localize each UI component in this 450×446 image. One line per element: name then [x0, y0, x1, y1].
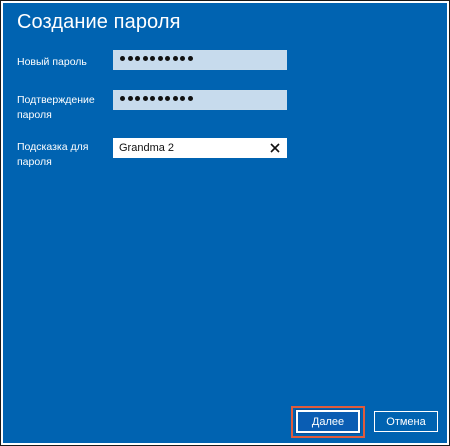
password-dot — [120, 96, 125, 101]
password-dot — [187, 56, 193, 61]
masked-password-dots — [120, 96, 193, 101]
password-dot — [187, 96, 193, 101]
password-hint-value: Grandma 2 — [119, 142, 175, 154]
new-password-label: Новый пароль — [17, 56, 87, 68]
password-dot — [157, 96, 163, 101]
password-dot — [135, 56, 140, 61]
password-dot — [157, 56, 163, 61]
password-dot — [142, 56, 148, 61]
window-frame: Создание пароля Новый пароль Подтвержден… — [0, 0, 450, 446]
page-title: Создание пароля — [17, 11, 181, 33]
password-dot — [172, 96, 178, 101]
close-icon-graphic — [270, 143, 280, 153]
password-dot — [127, 96, 133, 101]
password-dot — [127, 56, 133, 61]
password-dot — [142, 96, 148, 101]
password-dot — [180, 56, 185, 61]
password-dot — [150, 96, 155, 101]
create-password-panel: Создание пароля Новый пароль Подтвержден… — [3, 3, 447, 443]
cancel-button[interactable]: Отмена — [374, 411, 438, 432]
new-password-field[interactable] — [113, 50, 287, 70]
password-dot — [165, 56, 170, 61]
password-dot — [180, 96, 185, 101]
password-dot — [165, 96, 170, 101]
password-hint-field[interactable]: Grandma 2 — [113, 138, 287, 158]
confirm-password-label: Подтверждение пароля — [17, 94, 95, 121]
next-button[interactable]: Далее — [295, 409, 361, 434]
password-dot — [135, 96, 140, 101]
password-dot — [172, 56, 178, 61]
masked-password-dots — [120, 56, 193, 61]
close-icon[interactable] — [268, 141, 282, 155]
password-hint-label: Подсказка для пароля — [17, 141, 89, 168]
password-dot — [150, 56, 155, 61]
confirm-password-field[interactable] — [113, 90, 287, 110]
password-dot — [120, 56, 125, 61]
